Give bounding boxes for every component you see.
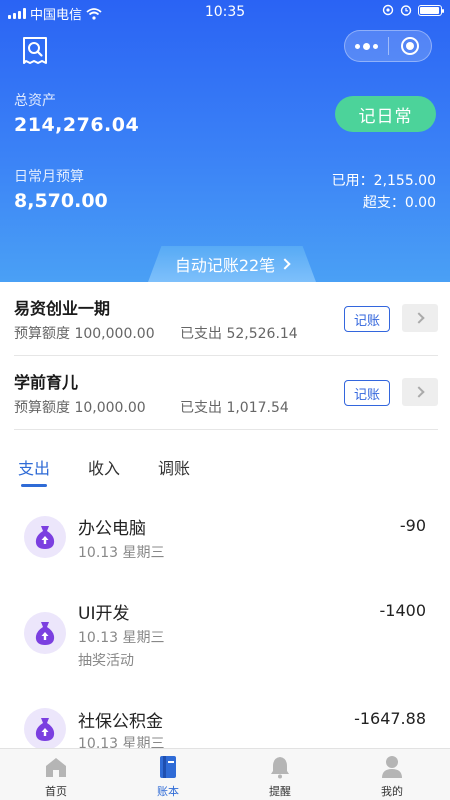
- ledger-icon: [156, 755, 180, 779]
- transaction-tabs: 支出 收入 调账: [0, 440, 450, 490]
- total-assets-value: 214,276.04: [14, 114, 140, 136]
- location-icon: [382, 4, 394, 16]
- transaction-date: 10.13 星期三: [78, 736, 165, 748]
- header-panel: 中国电信 10:35 总资产 214,276.04 记日常 日常月预算 8,57…: [0, 0, 450, 282]
- project-spent: 已支出 1,017.54: [180, 397, 289, 417]
- transaction-amount: -1647.88: [354, 709, 426, 728]
- spent-value: 1,017.54: [226, 400, 289, 416]
- nav-label: 我的: [381, 785, 403, 798]
- divider: [14, 429, 438, 430]
- nav-profile[interactable]: 我的: [336, 749, 448, 800]
- project-row[interactable]: 学前育儿 预算额度 10,000.00 已支出 1,017.54 记账: [0, 356, 450, 430]
- money-bag-icon: [24, 708, 66, 748]
- transaction-date: 10.13 星期三: [78, 545, 165, 561]
- record-button[interactable]: 记账: [344, 306, 390, 332]
- transaction-title: UI开发: [78, 604, 130, 624]
- receipt-search-icon[interactable]: [20, 36, 50, 66]
- used-value: 2,155.00: [373, 173, 436, 189]
- quota-value: 100,000.00: [74, 326, 155, 342]
- transaction-amount: -90: [399, 516, 426, 535]
- transaction-amount: -1400: [379, 601, 427, 620]
- project-quota: 预算额度 10,000.00: [14, 397, 146, 417]
- project-name: 学前育儿: [14, 373, 79, 392]
- spent-value: 52,526.14: [226, 326, 298, 342]
- transaction-title: 办公电脑: [78, 519, 146, 539]
- project-spent: 已支出 52,526.14: [180, 323, 298, 343]
- used-label: 已用：: [331, 173, 374, 189]
- overspend-value: 0.00: [404, 195, 436, 211]
- project-row[interactable]: 易资创业一期 预算额度 100,000.00 已支出 52,526.14 记账: [0, 282, 450, 356]
- spent-label: 已支出: [180, 326, 222, 342]
- auto-record-label: 自动记账22笔: [174, 256, 276, 275]
- chevron-right-icon: [412, 386, 425, 398]
- monthly-budget-label: 日常月预算: [14, 169, 84, 185]
- overspend-label: 超支：: [362, 195, 405, 211]
- money-bag-icon: [24, 612, 66, 654]
- active-tab-indicator: [21, 484, 47, 487]
- transaction-note: 抽奖活动: [78, 653, 134, 669]
- close-miniprogram-icon[interactable]: [389, 31, 431, 61]
- quota-value: 10,000.00: [74, 400, 146, 416]
- transaction-date: 10.13 星期三: [78, 630, 165, 646]
- transaction-item[interactable]: 社保公积金 10.13 星期三 -1647.88: [0, 698, 450, 748]
- status-bar: 中国电信 10:35: [0, 0, 450, 24]
- battery-icon: [418, 4, 444, 16]
- quota-label: 预算额度: [14, 400, 70, 416]
- bell-icon: [268, 755, 292, 779]
- nav-label: 账本: [157, 785, 179, 798]
- quota-label: 预算额度: [14, 326, 70, 342]
- used-amount: 已用：2,155.00: [332, 170, 436, 190]
- overspend-amount: 超支：0.00: [363, 192, 436, 212]
- bottom-nav: 首页 账本 提醒 我的: [0, 748, 450, 800]
- user-icon: [380, 755, 404, 779]
- project-name: 易资创业一期: [14, 299, 111, 318]
- monthly-budget-value: 8,570.00: [14, 190, 108, 212]
- tab-income[interactable]: 收入: [88, 455, 120, 479]
- record-daily-button[interactable]: 记日常: [335, 96, 436, 132]
- money-bag-icon: [24, 516, 66, 558]
- miniprogram-capsule: [344, 30, 432, 62]
- nav-reminder[interactable]: 提醒: [224, 749, 336, 800]
- more-options-icon[interactable]: [345, 31, 388, 61]
- nav-ledger[interactable]: 账本: [112, 749, 224, 800]
- record-button[interactable]: 记账: [344, 380, 390, 406]
- transaction-item[interactable]: 办公电脑 10.13 星期三 -90: [0, 500, 450, 580]
- nav-home[interactable]: 首页: [0, 749, 112, 800]
- tab-expense[interactable]: 支出: [18, 455, 50, 479]
- status-right: [382, 4, 444, 16]
- nav-label: 提醒: [269, 785, 291, 798]
- tab-adjustment[interactable]: 调账: [158, 455, 190, 479]
- project-detail-button[interactable]: [402, 378, 438, 406]
- project-detail-button[interactable]: [402, 304, 438, 332]
- auto-record-tab[interactable]: 自动记账22笔: [148, 246, 316, 282]
- project-quota: 预算额度 100,000.00: [14, 323, 155, 343]
- home-icon: [44, 755, 68, 779]
- transaction-item[interactable]: UI开发 10.13 星期三 抽奖活动 -1400: [0, 590, 450, 690]
- alarm-icon: [400, 5, 412, 16]
- spent-label: 已支出: [180, 400, 222, 416]
- nav-label: 首页: [45, 785, 67, 798]
- total-assets-label: 总资产: [14, 93, 56, 109]
- transaction-title: 社保公积金: [78, 712, 163, 732]
- chevron-right-icon: [412, 312, 425, 324]
- chevron-right-icon: [279, 258, 291, 270]
